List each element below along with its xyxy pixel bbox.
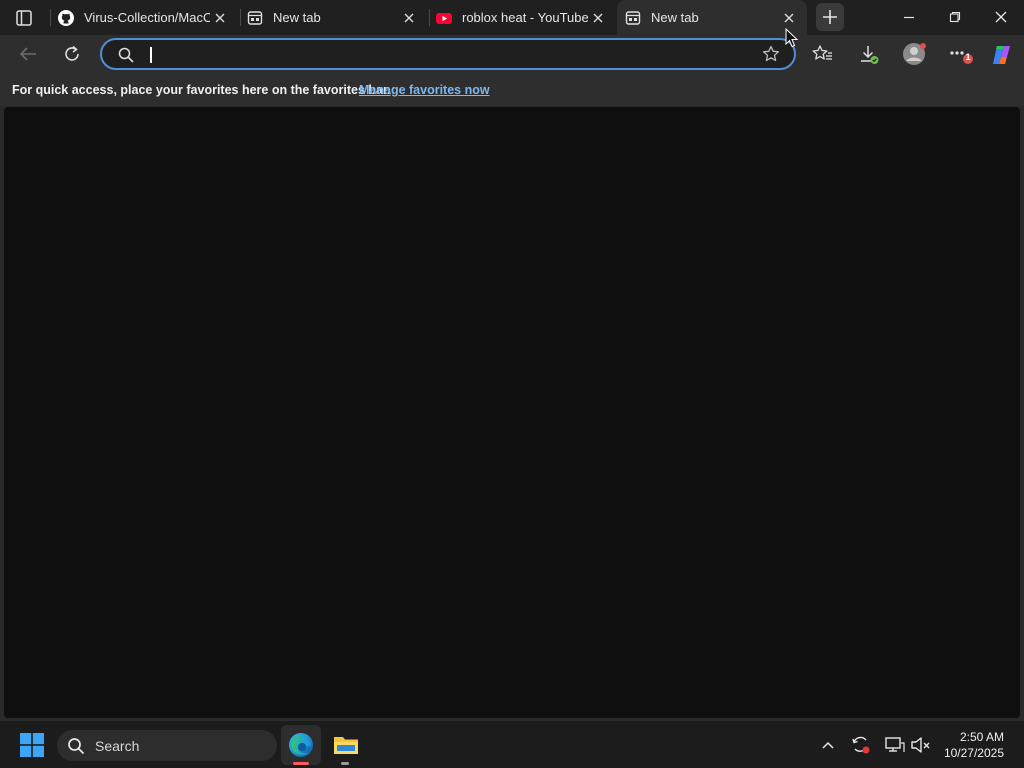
new-tab-page-icon	[247, 10, 263, 26]
taskbar: Search 2:50 AM 10/27/2025	[0, 720, 1024, 768]
search-icon	[118, 47, 134, 63]
taskbar-edge[interactable]	[281, 725, 321, 765]
close-tab-button[interactable]	[779, 8, 799, 28]
sync-status-icon[interactable]	[850, 734, 872, 756]
favorites-bar-message: For quick access, place your favorites h…	[12, 83, 391, 97]
favorites-bar: For quick access, place your favorites h…	[0, 73, 1024, 106]
page-content	[4, 107, 1020, 718]
close-icon	[784, 13, 794, 22]
back-button[interactable]	[16, 43, 40, 65]
running-app-indicator	[341, 762, 349, 765]
address-bar[interactable]	[100, 38, 796, 70]
taskbar-file-explorer[interactable]	[326, 725, 366, 765]
close-tab-button[interactable]	[588, 8, 608, 28]
clock-date[interactable]: 10/27/2025	[944, 746, 1004, 760]
new-tab-button[interactable]	[816, 3, 844, 31]
address-input[interactable]	[146, 44, 746, 64]
toolbar: 1	[0, 35, 1024, 73]
tab-title: roblox heat - YouTube	[462, 9, 588, 25]
refresh-icon	[65, 45, 79, 61]
settings-and-more-button[interactable]: 1	[948, 44, 976, 68]
restore-button[interactable]	[936, 5, 974, 29]
windows-logo-icon	[20, 733, 44, 757]
mouse-pointer-icon	[785, 28, 799, 48]
close-tab-button[interactable]	[210, 8, 230, 28]
folder-icon	[334, 737, 358, 754]
taskbar-search[interactable]: Search	[57, 730, 277, 761]
profile-avatar-icon	[903, 43, 926, 65]
text-cursor	[150, 47, 152, 63]
github-icon	[58, 9, 74, 26]
edge-icon	[289, 733, 313, 757]
copilot-icon	[993, 46, 1010, 64]
tab-youtube[interactable]: roblox heat - YouTube	[428, 0, 616, 35]
volume-muted-icon[interactable]	[910, 734, 932, 756]
close-window-button[interactable]	[982, 5, 1020, 29]
search-label: Search	[95, 737, 140, 754]
close-icon	[593, 13, 603, 22]
tab-title: Virus-Collection/MacOS	[84, 9, 210, 25]
chevron-up-icon	[822, 741, 834, 749]
copilot-button[interactable]	[990, 43, 1014, 67]
tab-strip: Virus-Collection/MacOS New tab roblox he…	[0, 0, 1024, 35]
favorites-button[interactable]	[812, 44, 836, 66]
restore-icon	[949, 11, 961, 23]
active-app-indicator	[293, 762, 309, 765]
start-button[interactable]	[20, 733, 44, 757]
back-arrow-icon	[19, 47, 36, 61]
tab-github[interactable]: Virus-Collection/MacOS	[50, 0, 238, 35]
refresh-button[interactable]	[60, 43, 84, 65]
close-icon	[404, 13, 414, 22]
tab-new-tab-active[interactable]: New tab	[617, 0, 807, 35]
add-favorite-star-icon[interactable]	[762, 45, 780, 63]
tab-new-tab[interactable]: New tab	[239, 0, 427, 35]
tab-title: New tab	[651, 9, 699, 25]
minimize-button[interactable]	[890, 5, 928, 29]
plus-icon	[823, 10, 837, 24]
manage-favorites-link[interactable]: Manage favorites now	[359, 83, 490, 97]
download-icon	[861, 46, 879, 64]
tab-actions-icon[interactable]	[14, 8, 34, 28]
favorites-icon	[812, 45, 832, 60]
youtube-icon	[436, 10, 452, 26]
tab-title: New tab	[273, 9, 321, 25]
downloads-button[interactable]	[858, 44, 882, 68]
new-tab-page-icon	[625, 10, 641, 26]
minimize-icon	[904, 16, 914, 19]
notification-badge: 1	[965, 52, 971, 62]
close-icon	[215, 13, 225, 22]
profile-button[interactable]	[902, 41, 928, 67]
close-tab-button[interactable]	[399, 8, 419, 28]
close-icon	[995, 11, 1007, 23]
show-hidden-icons-button[interactable]	[820, 737, 838, 753]
clock-time[interactable]: 2:50 AM	[960, 730, 1004, 744]
network-icon[interactable]	[884, 734, 906, 756]
search-icon	[68, 737, 85, 754]
